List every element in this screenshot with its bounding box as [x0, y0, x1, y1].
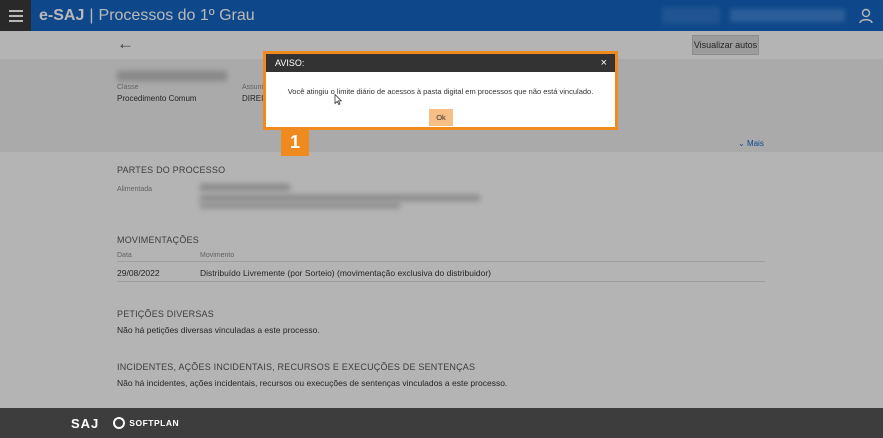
dialog-title: AVISO:	[275, 58, 305, 68]
saj-logo: SAJ	[71, 415, 100, 431]
dialog-header: AVISO: ×	[266, 54, 615, 72]
ok-button[interactable]: Ok	[429, 109, 453, 126]
mouse-cursor-icon	[334, 94, 342, 105]
softplan-logo-icon	[113, 417, 126, 429]
softplan-logo: SOFTPLAN	[129, 418, 180, 428]
warning-dialog: AVISO: × Você atingiu o limite diário de…	[266, 54, 615, 127]
close-icon[interactable]: ×	[601, 57, 607, 69]
step-number-badge: 1	[281, 128, 309, 156]
footer: SAJ SOFTPLAN	[0, 408, 883, 438]
dialog-message: Você atingiu o limite diário de acessos …	[287, 87, 594, 96]
